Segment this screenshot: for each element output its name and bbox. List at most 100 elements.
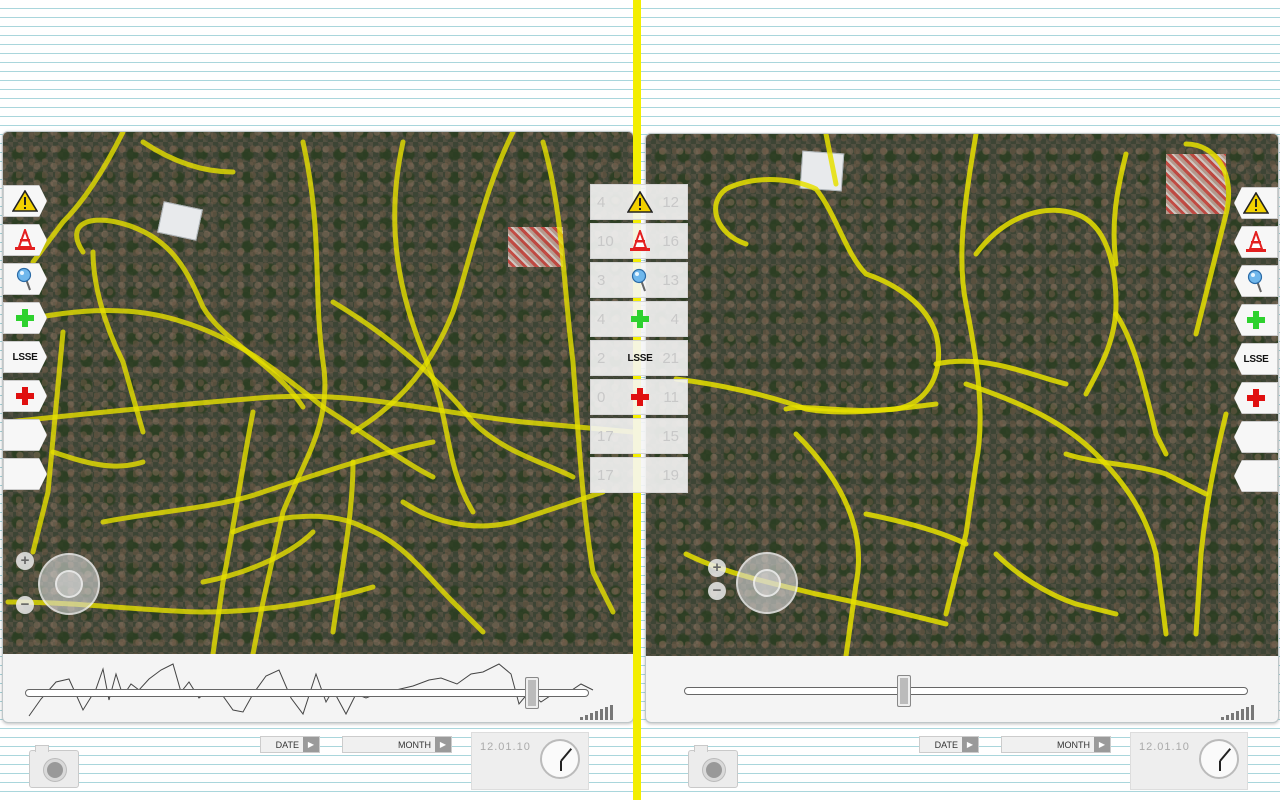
layer-button-warning[interactable] [1234, 187, 1278, 219]
left-count: 2 [597, 350, 606, 367]
date-value: 12.01.10 [1139, 741, 1190, 753]
month-label: MONTH [1057, 739, 1090, 750]
comparison-row: 0 11 [590, 379, 688, 415]
left-count: 17 [597, 467, 614, 484]
right-count: 19 [662, 467, 679, 484]
date-clock-widget[interactable]: 12.01.10 [1130, 732, 1248, 790]
lsse-logo: LSSE [627, 352, 653, 364]
date-button[interactable]: DATE ▶ [919, 736, 979, 753]
layer-button-medical[interactable] [3, 380, 47, 412]
right-count: 11 [663, 389, 679, 406]
right-map-panel: + − LSSE [645, 133, 1279, 723]
layer-button-pin[interactable] [1234, 265, 1278, 297]
snapshot-button[interactable] [688, 745, 738, 788]
left-count: 17 [597, 428, 614, 445]
comparison-row: 2 LSSE 21 [590, 340, 688, 376]
left-count: 4 [597, 311, 606, 328]
left-satellite-map[interactable]: + − LSSE [3, 132, 633, 654]
signal-strength-icon [580, 705, 613, 720]
date-label: DATE [934, 739, 958, 750]
signal-strength-icon [1221, 705, 1254, 720]
blank-slot [625, 460, 655, 490]
layer-button-warning[interactable] [3, 185, 47, 217]
comparison-row: 10 16 [590, 223, 688, 259]
lsse-logo: LSSE [1243, 353, 1269, 365]
play-arrow-icon: ▶ [962, 737, 978, 752]
traffic-cone-icon [625, 226, 655, 256]
red-cross-icon [1245, 387, 1267, 409]
date-label: DATE [275, 739, 299, 750]
layer-button-empty2[interactable] [1234, 460, 1278, 492]
timeline-slider-thumb[interactable] [897, 675, 912, 707]
traffic-cone-icon [13, 229, 37, 251]
left-count: 10 [597, 233, 614, 250]
layer-button-empty1[interactable] [3, 419, 47, 451]
zoom-in-button[interactable]: + [16, 552, 34, 570]
lsse-logo: LSSE [625, 343, 655, 373]
layer-button-empty1[interactable] [1234, 421, 1278, 453]
right-satellite-map[interactable]: + − LSSE [646, 134, 1278, 656]
right-count: 12 [662, 194, 679, 211]
warning-triangle-icon [12, 190, 38, 212]
warning-triangle-icon [625, 187, 655, 217]
right-count: 16 [662, 233, 679, 250]
comparison-row: 4 12 [590, 184, 688, 220]
timeline-track[interactable] [25, 689, 589, 697]
green-cross-icon [14, 307, 36, 329]
green-cross-icon [625, 304, 655, 334]
play-arrow-icon: ▶ [435, 737, 451, 752]
layer-button-health[interactable] [1234, 304, 1278, 336]
layer-button-cone[interactable] [3, 224, 47, 256]
left-count: 3 [597, 272, 606, 289]
layer-button-lsse[interactable]: LSSE [1234, 343, 1278, 375]
date-clock-widget[interactable]: 12.01.10 [471, 732, 589, 790]
left-map-panel: + − LSSE [2, 131, 634, 723]
clock-icon [1199, 739, 1239, 779]
zoom-out-button[interactable]: − [16, 596, 34, 614]
date-value: 12.01.10 [480, 741, 531, 753]
left-count: 4 [597, 194, 606, 211]
map-pin-icon [1246, 269, 1266, 293]
pan-joystick[interactable] [736, 552, 798, 614]
snapshot-button[interactable] [29, 745, 79, 788]
layer-button-pin[interactable] [3, 263, 47, 295]
date-button[interactable]: DATE ▶ [260, 736, 320, 753]
timeline-slider-thumb[interactable] [524, 677, 539, 709]
traffic-cone-icon [1244, 231, 1268, 253]
red-cross-icon [625, 382, 655, 412]
clock-icon [540, 739, 580, 779]
layer-button-health[interactable] [3, 302, 47, 334]
play-arrow-icon: ▶ [303, 737, 319, 752]
right-count: 21 [662, 350, 679, 367]
green-cross-icon [1245, 309, 1267, 331]
layer-button-empty2[interactable] [3, 458, 47, 490]
lsse-logo: LSSE [12, 351, 38, 363]
map-pin-icon [625, 265, 655, 295]
layer-button-medical[interactable] [1234, 382, 1278, 414]
layer-button-lsse[interactable]: LSSE [3, 341, 47, 373]
blank-slot [625, 421, 655, 451]
comparison-row: 3 13 [590, 262, 688, 298]
play-arrow-icon: ▶ [1094, 737, 1110, 752]
camera-icon [703, 759, 725, 781]
zoom-in-button[interactable]: + [708, 559, 726, 577]
month-button[interactable]: MONTH ▶ [1001, 736, 1111, 753]
timeline-track[interactable] [684, 687, 1248, 695]
right-count: 15 [662, 428, 679, 445]
comparison-row: 17 15 [590, 418, 688, 454]
warning-triangle-icon [1243, 192, 1269, 214]
comparison-row: 17 19 [590, 457, 688, 493]
camera-icon [44, 759, 66, 781]
pan-joystick[interactable] [38, 553, 100, 615]
comparison-row: 44 [590, 301, 688, 337]
zoom-out-button[interactable]: − [708, 582, 726, 600]
layer-comparison-overlay: 4 12 10 16 3 13 4 4 2 LSSE 21 0 11 17 15 17 19 [590, 184, 688, 494]
right-count: 13 [662, 272, 679, 289]
month-label: MONTH [398, 739, 431, 750]
left-count: 0 [597, 389, 606, 406]
red-cross-icon [14, 385, 36, 407]
right-count: 4 [670, 311, 679, 328]
layer-button-cone[interactable] [1234, 226, 1278, 258]
map-pin-icon [15, 267, 35, 291]
month-button[interactable]: MONTH ▶ [342, 736, 452, 753]
